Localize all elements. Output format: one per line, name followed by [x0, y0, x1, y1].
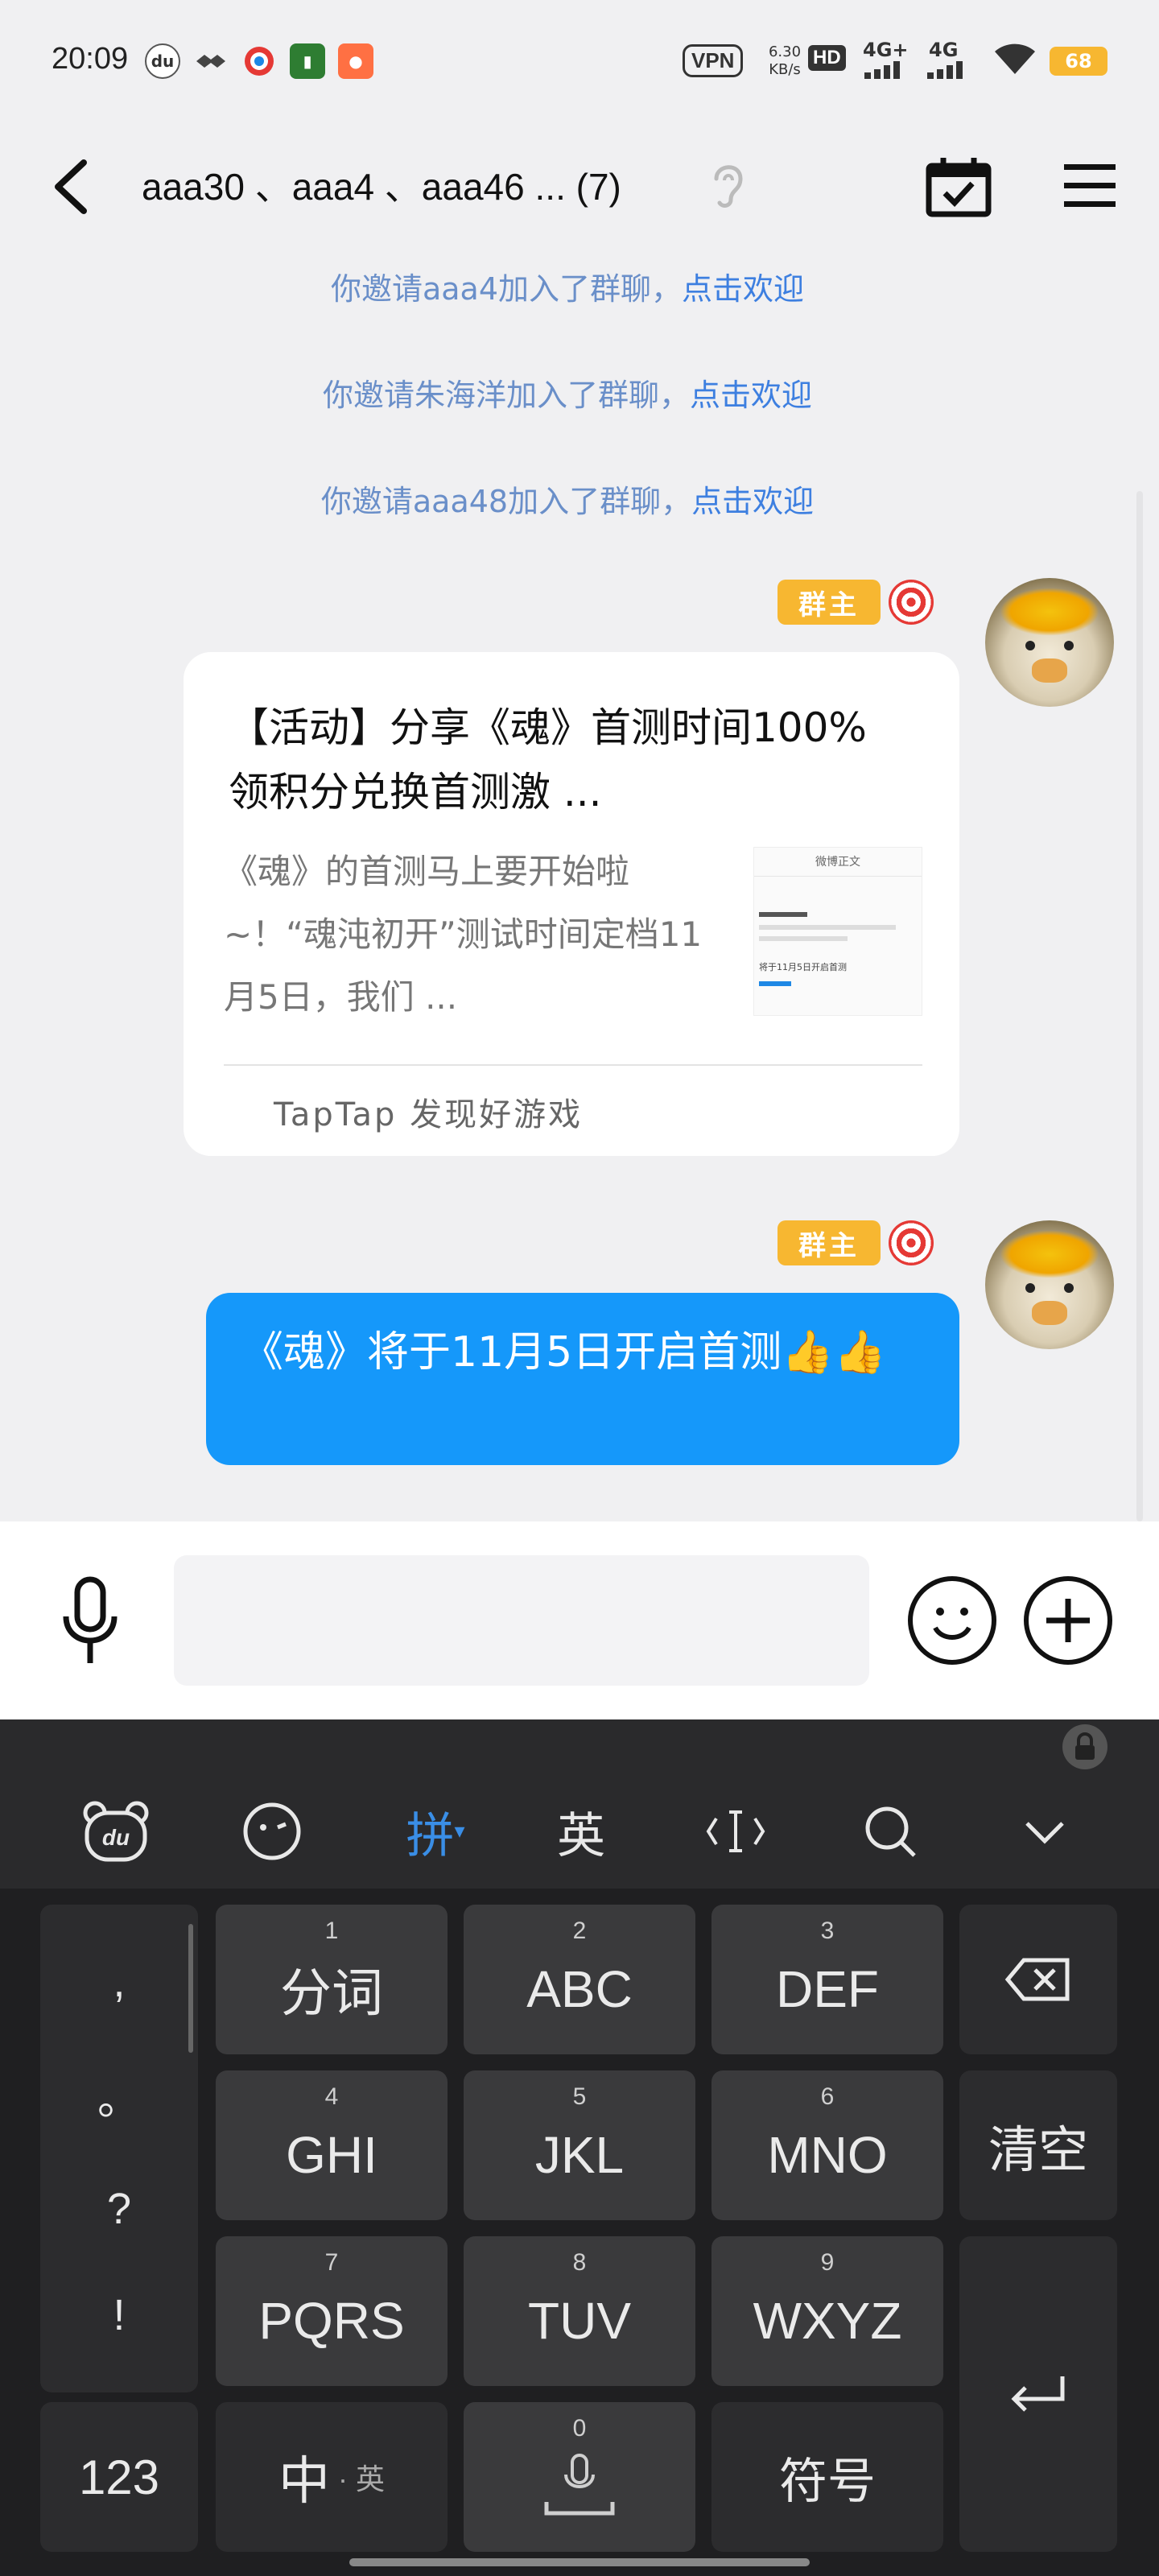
hd-indicator: HD: [808, 45, 846, 71]
menu-icon[interactable]: [1061, 158, 1119, 214]
backspace-key[interactable]: [959, 1905, 1117, 2054]
target-icon: [889, 580, 934, 625]
space-key[interactable]: 0: [464, 2402, 695, 2552]
welcome-link[interactable]: 点击欢迎: [691, 484, 814, 519]
key-2[interactable]: 2 ABC: [464, 1905, 695, 2054]
wifi-icon: [993, 42, 1037, 79]
network-speed: 6.30 KB/s: [768, 43, 802, 78]
message-input[interactable]: [174, 1555, 869, 1686]
english-mode[interactable]: 英: [542, 1795, 620, 1868]
pinyin-mode[interactable]: 拼 ▾: [391, 1795, 480, 1868]
chat-title[interactable]: aaa30 、aaa4 、aaa46 ... (7): [142, 158, 621, 211]
owner-badge: 群主: [777, 580, 881, 625]
language-switch-key[interactable]: 中 · 英: [216, 2402, 448, 2552]
space-mic-icon: [544, 2454, 615, 2516]
status-bar: 20:09 du ▮ ● VPN 6.30 KB/s HD 4G+ 4G 68: [0, 0, 1159, 121]
welcome-link[interactable]: 点击欢迎: [682, 271, 804, 307]
enter-key[interactable]: [959, 2236, 1117, 2552]
card-description: 《魂》的首测马上要开始啦~！“魂沌初开”测试时间定档11月5日，我们 ...: [224, 852, 703, 1017]
key-1[interactable]: 1 分词: [216, 1905, 448, 2054]
key-4[interactable]: 4 GHI: [216, 2070, 448, 2220]
enter-icon: [1011, 2376, 1065, 2412]
thumb-header: 微博正文: [754, 848, 922, 877]
punct-key[interactable]: ?: [107, 2184, 131, 2234]
card-thumbnail: 微博正文 将于11月5日开启首测: [753, 847, 922, 1016]
card-title: 【活动】分享《魂》首测时间100%领积分兑换首测激 ...: [229, 704, 867, 815]
ear-icon[interactable]: [708, 158, 749, 213]
lock-icon[interactable]: [1061, 1723, 1109, 1771]
backspace-icon: [1004, 1958, 1070, 2001]
handshake-icon: [193, 43, 229, 79]
message-bubble[interactable]: 《魂》将于11月5日开启首测👍👍: [206, 1293, 959, 1465]
home-indicator[interactable]: [349, 2558, 810, 2566]
message-text: 《魂》将于11月5日开启首测👍👍: [241, 1328, 886, 1377]
card-source: TapTap 发现好游戏: [274, 1096, 584, 1133]
system-message: 你邀请aaa4加入了群聊，点击欢迎: [330, 271, 805, 307]
system-message: 你邀请朱海洋加入了群聊，点击欢迎: [322, 378, 813, 413]
network-4g: 4G: [929, 39, 959, 61]
signal-icon: [927, 61, 975, 82]
back-icon[interactable]: [48, 155, 97, 219]
emoji-icon[interactable]: [908, 1576, 996, 1665]
divider: [224, 1064, 922, 1066]
key-8[interactable]: 8 TUV: [464, 2236, 695, 2386]
scrollbar[interactable]: [1136, 491, 1143, 1521]
punct-key[interactable]: ,: [113, 1957, 125, 2007]
search-icon[interactable]: [852, 1795, 929, 1868]
calendar-check-icon[interactable]: [924, 155, 993, 219]
signal-icon: [864, 61, 913, 82]
du-app-icon: du: [145, 43, 180, 79]
key-9[interactable]: 9 WXYZ: [711, 2236, 943, 2386]
key-5[interactable]: 5 JKL: [464, 2070, 695, 2220]
scroll-indicator: [188, 1924, 193, 2053]
punct-key[interactable]: !: [113, 2290, 125, 2340]
reader-app-icon: ▮: [290, 43, 325, 79]
welcome-link[interactable]: 点击欢迎: [690, 378, 812, 413]
key-6[interactable]: 6 MNO: [711, 2070, 943, 2220]
numbers-key[interactable]: 123: [40, 2402, 198, 2552]
share-card[interactable]: 【活动】分享《魂》首测时间100%领积分兑换首测激 ... 《魂》的首测马上要开…: [184, 652, 959, 1156]
key-3[interactable]: 3 DEF: [711, 1905, 943, 2054]
cursor-icon[interactable]: [697, 1795, 774, 1868]
symbols-key[interactable]: 符号: [711, 2402, 943, 2552]
vpn-indicator: VPN: [683, 40, 744, 80]
emoticon-icon[interactable]: [233, 1795, 311, 1868]
thumb-text: 将于11月5日开启首测: [759, 962, 847, 972]
system-message: 你邀请aaa48加入了群聊，点击欢迎: [320, 484, 815, 519]
key-7[interactable]: 7 PQRS: [216, 2236, 448, 2386]
punct-key[interactable]: 。: [97, 2063, 141, 2127]
add-icon[interactable]: [1024, 1576, 1112, 1665]
owner-badge: 群主: [777, 1220, 881, 1265]
chevron-down-icon[interactable]: [1006, 1795, 1083, 1868]
status-time: 20:09: [52, 42, 129, 76]
punctuation-panel[interactable]: , 。 ? !: [40, 1905, 198, 2392]
target-icon: [889, 1220, 934, 1265]
svg-text:du: du: [102, 1825, 130, 1850]
avatar[interactable]: [985, 578, 1114, 707]
du-icon[interactable]: du: [77, 1795, 155, 1868]
avatar[interactable]: [985, 1220, 1114, 1349]
battery-icon: 68: [1050, 47, 1107, 76]
shop-app-icon: ●: [338, 43, 373, 79]
microphone-icon[interactable]: [52, 1575, 129, 1671]
clear-key[interactable]: 清空: [959, 2070, 1117, 2220]
network-4gplus: 4G+: [863, 39, 909, 61]
browser-app-icon: [241, 43, 277, 79]
